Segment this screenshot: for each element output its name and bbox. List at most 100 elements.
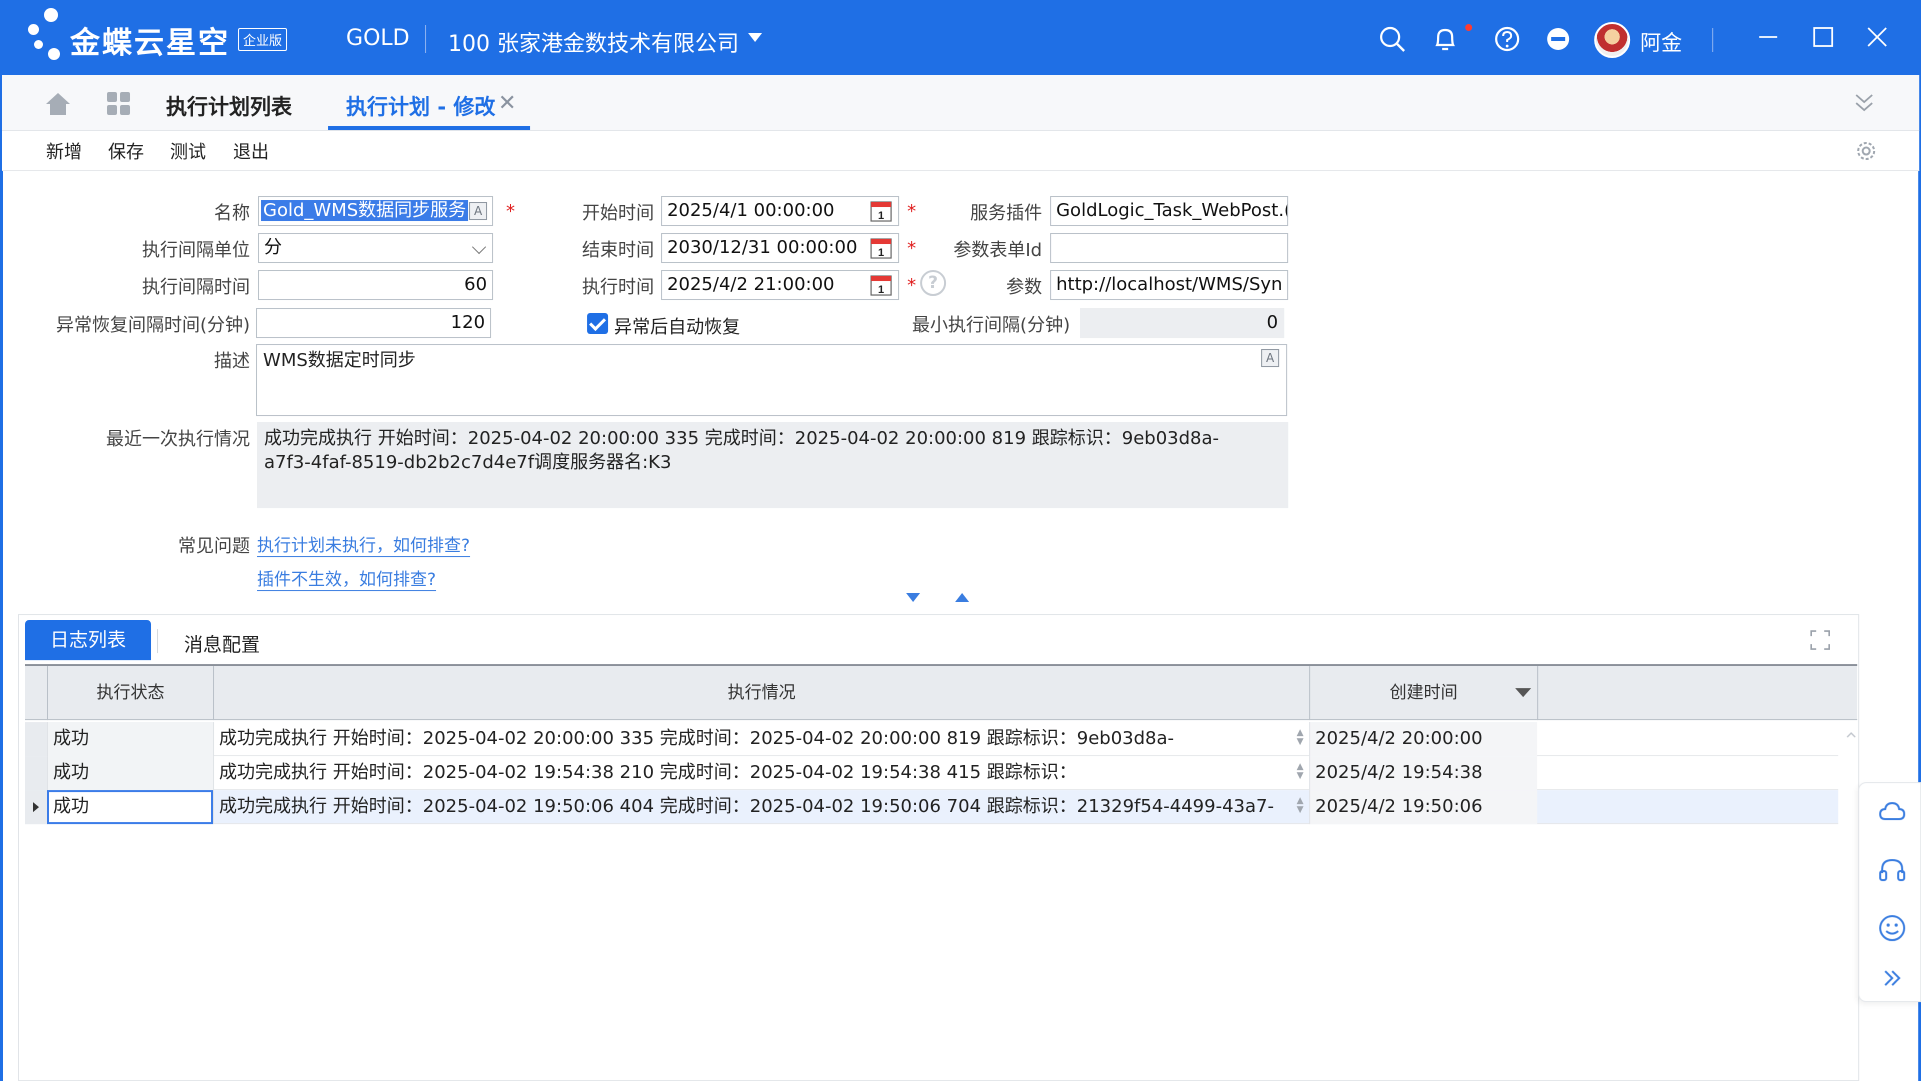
- calendar-icon[interactable]: 1: [870, 237, 892, 259]
- bell-icon[interactable]: [1431, 25, 1459, 53]
- interval-time-input[interactable]: 60: [258, 270, 494, 301]
- avatar[interactable]: [1594, 22, 1631, 59]
- recover-interval-input[interactable]: 120: [256, 308, 492, 339]
- cell-status[interactable]: 成功: [47, 756, 214, 791]
- required-marker: *: [907, 275, 917, 297]
- start-time-label: 开始时间: [582, 203, 655, 225]
- minimize-icon[interactable]: [1753, 22, 1783, 52]
- cell-status[interactable]: 成功: [47, 790, 214, 825]
- cloud-icon[interactable]: [1877, 797, 1907, 827]
- svg-text:1: 1: [878, 210, 884, 222]
- param-form-input[interactable]: [1050, 233, 1289, 264]
- title-bar: 金蝶云星空 企业版 GOLD 100 张家港金数技术有限公司 阿金: [0, 0, 1921, 76]
- gear-icon[interactable]: [1854, 139, 1878, 163]
- smile-icon[interactable]: [1877, 913, 1907, 943]
- tenant-name[interactable]: GOLD: [346, 26, 410, 51]
- tab-plan-list[interactable]: 执行计划列表: [166, 91, 292, 121]
- app-grid-icon[interactable]: [105, 90, 133, 118]
- side-float-toolbar: [1858, 782, 1921, 1003]
- collapse-up-icon[interactable]: [955, 593, 970, 603]
- faq-link-not-executed[interactable]: 执行计划未执行，如何排查?: [257, 531, 471, 558]
- active-tab-indicator: [328, 126, 531, 131]
- spinner-icon[interactable]: ▲ ▼: [1295, 763, 1305, 783]
- exec-time-input[interactable]: 2025/4/2 21:00:00 1: [661, 270, 900, 301]
- exit-button[interactable]: 退出: [233, 138, 269, 164]
- column-header-detail[interactable]: 执行情况: [213, 666, 1309, 721]
- interval-unit-select[interactable]: 分: [258, 233, 494, 264]
- exec-time-label: 执行时间: [582, 277, 655, 299]
- interval-unit-value: 分: [264, 237, 283, 259]
- cell-created[interactable]: 2025/4/2 19:50:06: [1309, 790, 1538, 825]
- column-header-status[interactable]: 执行状态: [47, 666, 213, 721]
- spinner-icon[interactable]: ▲ ▼: [1295, 729, 1305, 749]
- grid-header: 执行状态 执行情况 创建时间: [25, 666, 1858, 721]
- service-plugin-input[interactable]: GoldLogic_Task_WebPost.(: [1050, 196, 1289, 227]
- double-chevron-down-icon[interactable]: [1854, 91, 1874, 115]
- param-input[interactable]: http://localhost/WMS/Syn: [1050, 270, 1289, 301]
- name-label: 名称: [214, 203, 251, 225]
- double-chevron-right-icon[interactable]: [1877, 963, 1907, 993]
- headset-icon[interactable]: [1877, 855, 1907, 885]
- required-marker: *: [506, 201, 516, 223]
- auto-recover-label[interactable]: 异常后自动恢复: [614, 313, 740, 339]
- save-button[interactable]: 保存: [108, 138, 144, 164]
- name-value: Gold_WMS数据同步服务: [261, 200, 469, 222]
- window-divider: [1712, 28, 1714, 53]
- tab-divider: [157, 629, 159, 654]
- cell-detail[interactable]: 成功完成执行 开始时间：2025-04-02 19:54:38 210 完成时间…: [213, 756, 1309, 791]
- cell-status[interactable]: 成功: [47, 722, 214, 757]
- sort-desc-icon[interactable]: [1515, 688, 1532, 698]
- multilang-icon[interactable]: A: [469, 202, 488, 221]
- table-row[interactable]: 成功 成功完成执行 开始时间：2025-04-02 19:54:38 210 完…: [25, 756, 1839, 791]
- chevron-down-icon[interactable]: [748, 33, 763, 43]
- current-row-icon: [33, 802, 40, 813]
- search-icon[interactable]: [1378, 25, 1406, 53]
- company-selector[interactable]: 100 张家港金数技术有限公司: [448, 26, 739, 58]
- tab-close-icon[interactable]: ✕: [498, 91, 516, 116]
- chevron-down-icon: [471, 239, 487, 255]
- calendar-icon[interactable]: 1: [870, 274, 892, 296]
- name-input[interactable]: Gold_WMS数据同步服务: [258, 196, 494, 227]
- chat-icon[interactable]: [1544, 25, 1572, 53]
- table-row-selected[interactable]: 成功 成功完成执行 开始时间：2025-04-02 19:50:06 404 完…: [25, 790, 1839, 825]
- required-marker: *: [907, 201, 917, 223]
- cell-created[interactable]: 2025/4/2 20:00:00: [1309, 722, 1538, 757]
- start-time-input[interactable]: 2025/4/1 00:00:00 1: [661, 196, 900, 227]
- edition-badge: 企业版: [238, 28, 288, 52]
- cell-detail[interactable]: 成功完成执行 开始时间：2025-04-02 20:00:00 335 完成时间…: [213, 722, 1309, 757]
- notification-dot: [1465, 24, 1473, 32]
- end-time-input[interactable]: 2030/12/31 00:00:00 1: [661, 233, 900, 264]
- row-indicator: [25, 756, 48, 791]
- expand-down-icon[interactable]: [906, 593, 921, 603]
- fullscreen-icon[interactable]: [1809, 629, 1831, 651]
- calendar-icon[interactable]: 1: [870, 200, 892, 222]
- column-header-blank: [1537, 666, 1857, 721]
- help-icon[interactable]: [1493, 25, 1521, 53]
- tab-message-config[interactable]: 消息配置: [184, 630, 260, 657]
- end-time-value: 2030/12/31 00:00:00: [667, 237, 858, 259]
- faq-link-plugin-invalid[interactable]: 插件不生效，如何排查?: [257, 565, 437, 592]
- home-icon[interactable]: [44, 91, 72, 117]
- desc-value: WMS数据定时同步: [263, 350, 416, 372]
- tab-plan-edit[interactable]: 执行计划 - 修改: [346, 91, 495, 121]
- table-row[interactable]: 成功 成功完成执行 开始时间：2025-04-02 20:00:00 335 完…: [25, 722, 1839, 757]
- cell-detail[interactable]: 成功完成执行 开始时间：2025-04-02 19:50:06 404 完成时间…: [213, 790, 1309, 825]
- maximize-icon[interactable]: [1808, 22, 1838, 52]
- vertical-scrollbar[interactable]: [1845, 726, 1857, 1081]
- test-button[interactable]: 测试: [170, 138, 206, 164]
- close-icon[interactable]: [1862, 22, 1892, 52]
- desc-textarea[interactable]: WMS数据定时同步: [256, 344, 1288, 417]
- column-header-created[interactable]: 创建时间: [1309, 666, 1537, 721]
- add-button[interactable]: 新增: [46, 138, 82, 164]
- param-label: 参数: [1006, 277, 1043, 299]
- min-interval-label: 最小执行间隔(分钟): [912, 315, 1071, 337]
- faq-label: 常见问题: [178, 536, 251, 558]
- username[interactable]: 阿金: [1640, 27, 1682, 57]
- required-marker: *: [907, 238, 917, 260]
- auto-recover-checkbox[interactable]: [587, 313, 609, 335]
- cell-created[interactable]: 2025/4/2 19:54:38: [1309, 756, 1538, 791]
- multilang-icon[interactable]: A: [1261, 349, 1280, 368]
- row-indicator: [25, 722, 48, 757]
- tab-log-list[interactable]: 日志列表: [25, 620, 152, 661]
- spinner-icon[interactable]: ▲ ▼: [1295, 797, 1305, 817]
